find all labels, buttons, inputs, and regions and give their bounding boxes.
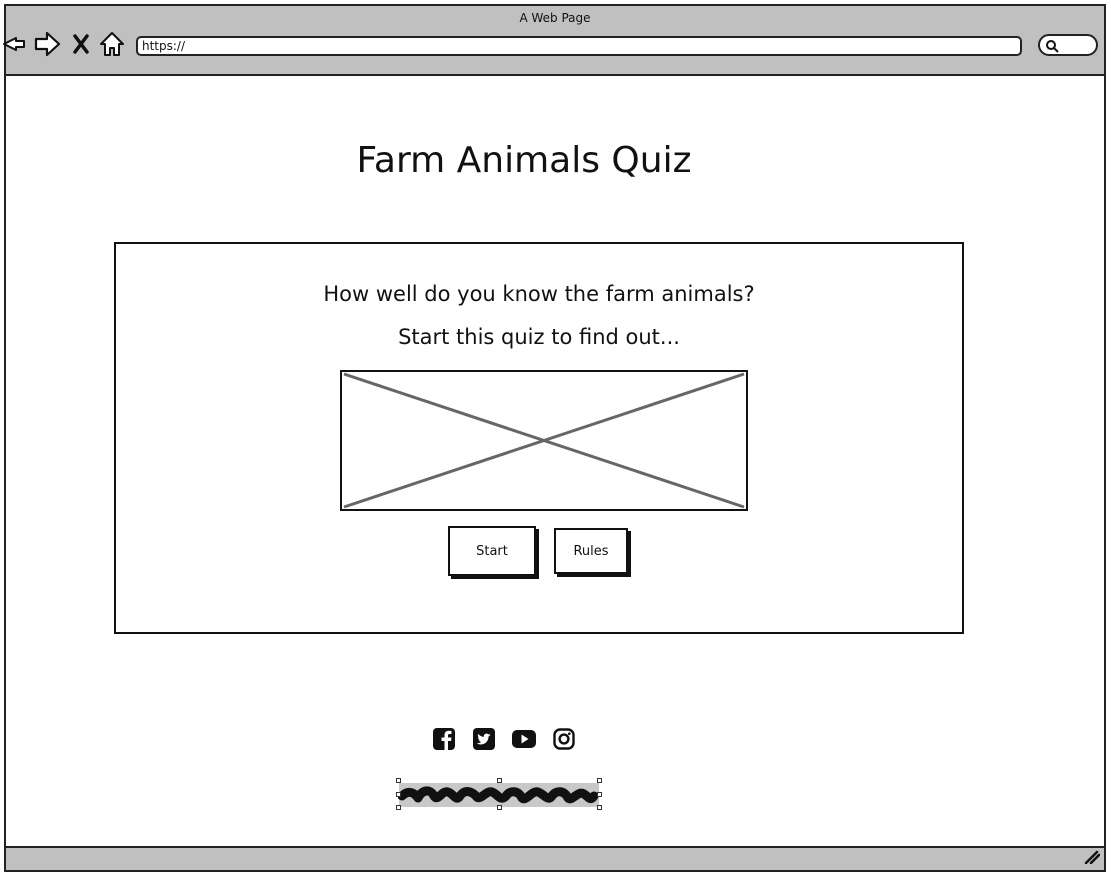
rules-button[interactable]: Rules <box>554 528 628 574</box>
intro-question: How well do you know the farm animals? <box>323 282 755 306</box>
quiz-intro-card: How well do you know the farm animals? S… <box>114 242 964 634</box>
youtube-icon[interactable] <box>512 727 536 751</box>
home-icon[interactable] <box>98 30 126 58</box>
selection-handle <box>497 805 502 810</box>
url-input[interactable]: https:// <box>136 36 1022 56</box>
search-icon <box>1046 40 1059 53</box>
selection-handle <box>597 805 602 810</box>
status-bar <box>4 846 1106 872</box>
twitter-icon[interactable] <box>472 727 496 751</box>
footer-scribble <box>396 778 602 810</box>
search-box[interactable] <box>1038 34 1098 56</box>
resize-grip-icon[interactable] <box>1084 849 1101 868</box>
intro-subtext: Start this quiz to find out... <box>398 325 680 349</box>
selection-handle <box>497 778 502 783</box>
page-title: Farm Animals Quiz <box>356 140 692 181</box>
instagram-icon[interactable] <box>552 727 576 751</box>
selection-handle <box>597 792 602 797</box>
start-button[interactable]: Start <box>448 526 536 576</box>
scribble-icon <box>397 783 599 807</box>
facebook-icon[interactable] <box>432 727 456 751</box>
selection-handle <box>597 778 602 783</box>
social-links <box>432 727 576 751</box>
image-placeholder <box>340 370 748 511</box>
selection-handle <box>396 805 401 810</box>
back-arrow-icon[interactable] <box>2 30 26 58</box>
browser-chrome: A Web Page https:// <box>2 4 1106 76</box>
image-placeholder-icon <box>343 372 745 509</box>
window-title: A Web Page <box>519 11 591 25</box>
selection-handle <box>396 792 401 797</box>
selection-handle <box>396 778 401 783</box>
forward-arrow-icon[interactable] <box>32 30 62 58</box>
close-icon[interactable] <box>70 30 92 58</box>
